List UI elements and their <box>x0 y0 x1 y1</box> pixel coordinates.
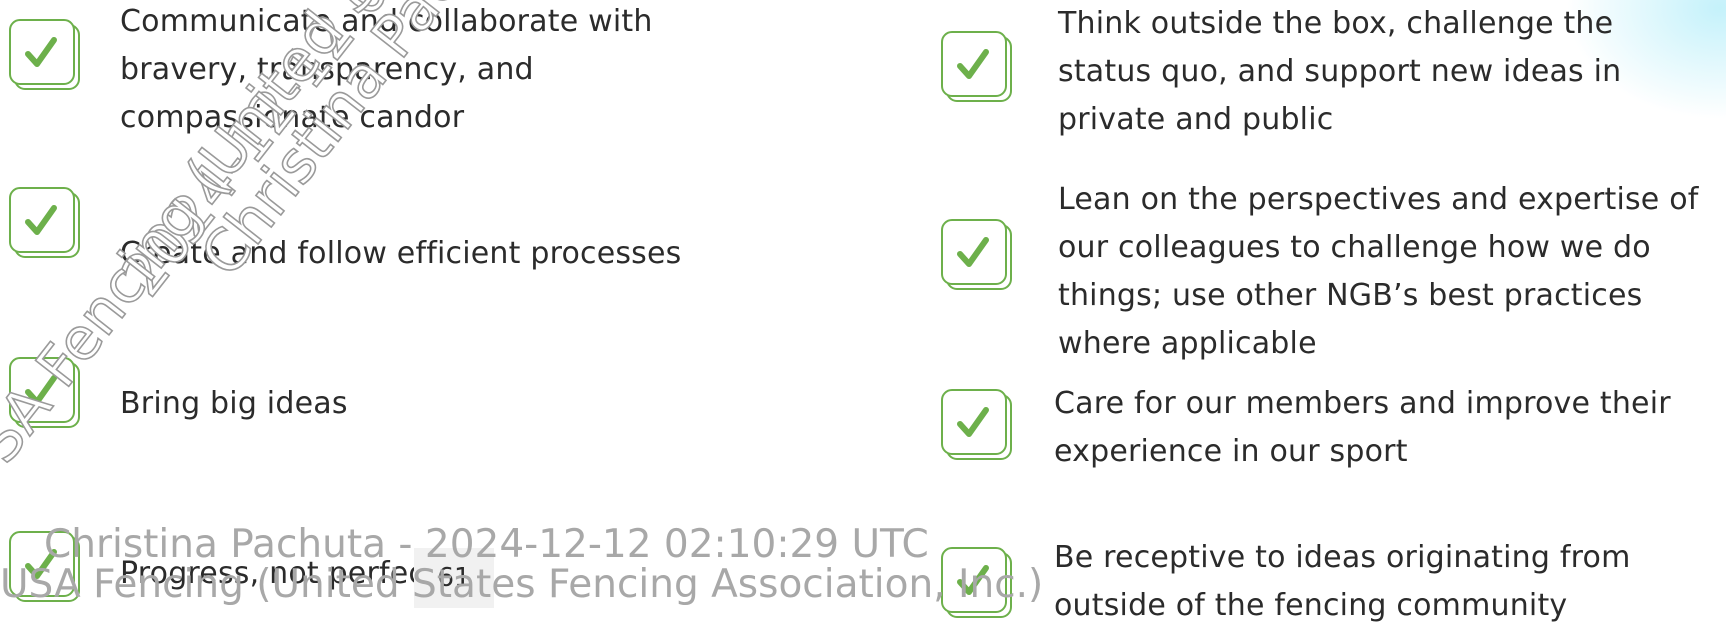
value-text: Care for our members and improve their e… <box>1054 386 1671 469</box>
value-text: Be receptive to ideas originating from o… <box>1054 540 1631 623</box>
watermark-footer-line: Christina Pachuta - 2024-12-12 02:10:29 … <box>44 522 929 567</box>
checked-box-icon <box>9 357 80 428</box>
checked-box-icon <box>941 219 1012 290</box>
watermark-footer-line: USA Fencing (United States Fencing Assoc… <box>0 562 1044 607</box>
checked-box-icon <box>9 19 80 90</box>
value-text: Communicate and collaborate with bravery… <box>120 4 653 135</box>
checked-box-icon <box>9 187 80 258</box>
value-text: Create and follow efficient processes <box>120 236 682 271</box>
value-text: Think outside the box, challenge the sta… <box>1058 6 1622 137</box>
value-text: Lean on the perspectives and expertise o… <box>1058 182 1699 361</box>
checked-box-icon <box>941 31 1012 102</box>
checked-box-icon <box>941 389 1012 460</box>
value-text: Bring big ideas <box>120 386 348 421</box>
